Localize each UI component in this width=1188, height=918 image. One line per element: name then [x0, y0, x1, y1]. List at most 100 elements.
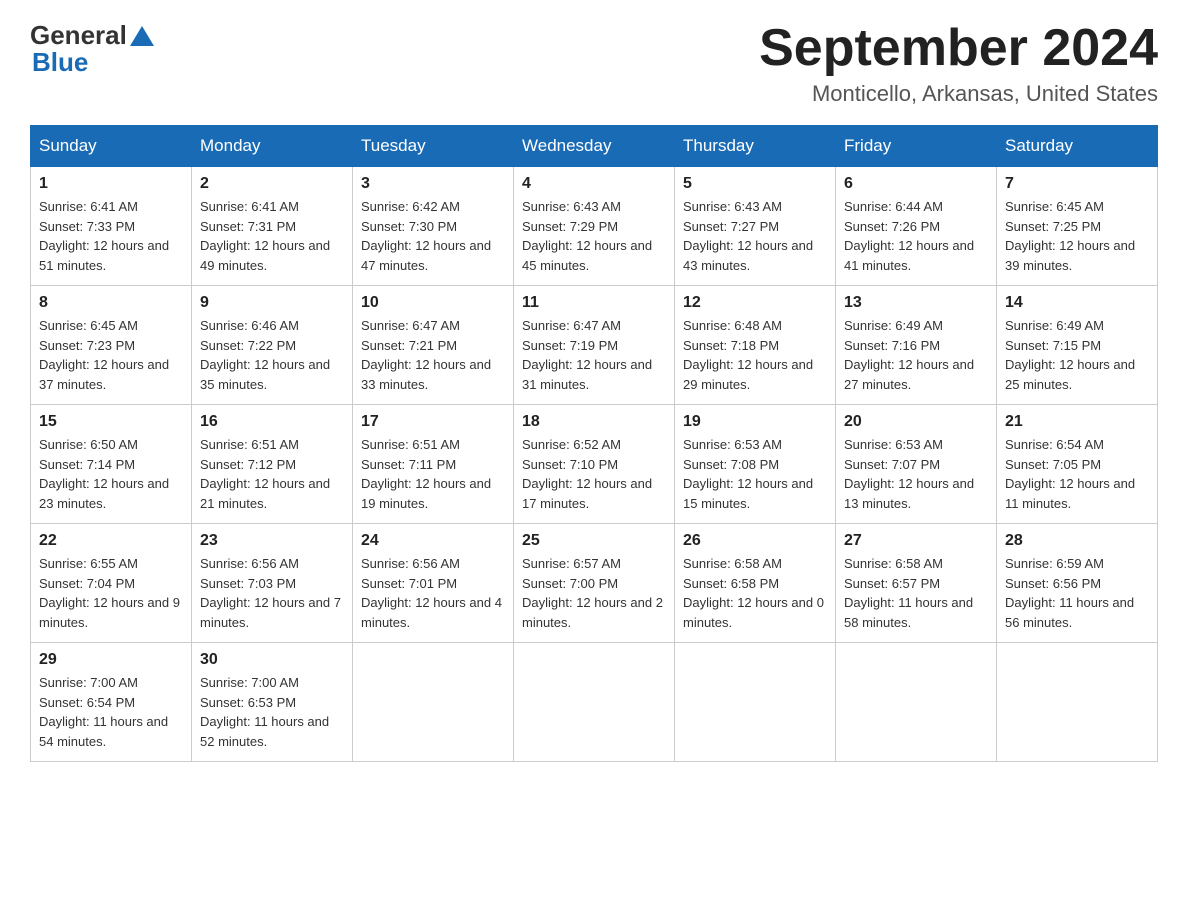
- calendar-cell: 25 Sunrise: 6:57 AMSunset: 7:00 PMDayligh…: [514, 524, 675, 643]
- col-header-tuesday: Tuesday: [353, 126, 514, 167]
- day-number: 5: [683, 175, 827, 193]
- day-info: Sunrise: 7:00 AMSunset: 6:54 PMDaylight:…: [39, 673, 183, 751]
- day-number: 14: [1005, 294, 1149, 312]
- day-info: Sunrise: 6:42 AMSunset: 7:30 PMDaylight:…: [361, 197, 505, 275]
- day-number: 8: [39, 294, 183, 312]
- col-header-thursday: Thursday: [675, 126, 836, 167]
- day-info: Sunrise: 6:45 AMSunset: 7:25 PMDaylight:…: [1005, 197, 1149, 275]
- col-header-friday: Friday: [836, 126, 997, 167]
- day-number: 1: [39, 175, 183, 193]
- day-number: 10: [361, 294, 505, 312]
- calendar-cell: 9Sunrise: 6:46 AMSunset: 7:22 PMDaylight…: [192, 286, 353, 405]
- page-header: General Blue September 2024 Monticello, …: [30, 20, 1158, 107]
- calendar-cell: 2 Sunrise: 6:41 AMSunset: 7:31 PMDaylight…: [192, 167, 353, 286]
- calendar-table: SundayMondayTuesdayWednesdayThursdayFrid…: [30, 125, 1158, 762]
- day-number: 21: [1005, 413, 1149, 431]
- day-info: Sunrise: 6:41 AMSunset: 7:33 PMDaylight:…: [39, 197, 183, 275]
- calendar-cell: 13 Sunrise: 6:49 AMSunset: 7:16 PMDayligh…: [836, 286, 997, 405]
- logo: General Blue: [30, 20, 157, 78]
- day-number: 29: [39, 651, 183, 669]
- day-info: Sunrise: 6:56 AMSunset: 7:01 PMDaylight:…: [361, 554, 505, 632]
- day-info: Sunrise: 6:58 AMSunset: 6:58 PMDaylight:…: [683, 554, 827, 632]
- day-number: 7: [1005, 175, 1149, 193]
- calendar-cell: 12 Sunrise: 6:48 AMSunset: 7:18 PMDayligh…: [675, 286, 836, 405]
- day-number: 24: [361, 532, 505, 550]
- calendar-cell: 16Sunrise: 6:51 AMSunset: 7:12 PMDayligh…: [192, 405, 353, 524]
- day-info: Sunrise: 6:51 AMSunset: 7:12 PMDaylight:…: [200, 435, 344, 513]
- day-info: Sunrise: 6:50 AMSunset: 7:14 PMDaylight:…: [39, 435, 183, 513]
- day-number: 13: [844, 294, 988, 312]
- calendar-cell: 15Sunrise: 6:50 AMSunset: 7:14 PMDayligh…: [31, 405, 192, 524]
- calendar-cell: 11Sunrise: 6:47 AMSunset: 7:19 PMDayligh…: [514, 286, 675, 405]
- day-info: Sunrise: 6:49 AMSunset: 7:15 PMDaylight:…: [1005, 316, 1149, 394]
- calendar-cell: 22 Sunrise: 6:55 AMSunset: 7:04 PMDayligh…: [31, 524, 192, 643]
- day-number: 12: [683, 294, 827, 312]
- day-info: Sunrise: 7:00 AMSunset: 6:53 PMDaylight:…: [200, 673, 344, 751]
- title-area: September 2024 Monticello, Arkansas, Uni…: [759, 20, 1158, 107]
- col-header-saturday: Saturday: [997, 126, 1158, 167]
- day-number: 26: [683, 532, 827, 550]
- calendar-cell: 5Sunrise: 6:43 AMSunset: 7:27 PMDaylight…: [675, 167, 836, 286]
- calendar-cell: 14 Sunrise: 6:49 AMSunset: 7:15 PMDayligh…: [997, 286, 1158, 405]
- day-info: Sunrise: 6:52 AMSunset: 7:10 PMDaylight:…: [522, 435, 666, 513]
- calendar-cell: 19 Sunrise: 6:53 AMSunset: 7:08 PMDayligh…: [675, 405, 836, 524]
- day-number: 25: [522, 532, 666, 550]
- day-info: Sunrise: 6:59 AMSunset: 6:56 PMDaylight:…: [1005, 554, 1149, 632]
- day-number: 20: [844, 413, 988, 431]
- calendar-cell: 4 Sunrise: 6:43 AMSunset: 7:29 PMDaylight…: [514, 167, 675, 286]
- calendar-cell: 7 Sunrise: 6:45 AMSunset: 7:25 PMDaylight…: [997, 167, 1158, 286]
- day-info: Sunrise: 6:53 AMSunset: 7:08 PMDaylight:…: [683, 435, 827, 513]
- day-info: Sunrise: 6:51 AMSunset: 7:11 PMDaylight:…: [361, 435, 505, 513]
- day-number: 2: [200, 175, 344, 193]
- day-number: 18: [522, 413, 666, 431]
- calendar-week-1: 1 Sunrise: 6:41 AMSunset: 7:33 PMDaylight…: [31, 167, 1158, 286]
- calendar-week-4: 22 Sunrise: 6:55 AMSunset: 7:04 PMDayligh…: [31, 524, 1158, 643]
- day-info: Sunrise: 6:49 AMSunset: 7:16 PMDaylight:…: [844, 316, 988, 394]
- day-info: Sunrise: 6:41 AMSunset: 7:31 PMDaylight:…: [200, 197, 344, 275]
- day-info: Sunrise: 6:55 AMSunset: 7:04 PMDaylight:…: [39, 554, 183, 632]
- calendar-cell: [353, 643, 514, 762]
- calendar-cell: [997, 643, 1158, 762]
- day-number: 3: [361, 175, 505, 193]
- day-info: Sunrise: 6:53 AMSunset: 7:07 PMDaylight:…: [844, 435, 988, 513]
- logo-triangle-icon: [130, 26, 154, 46]
- calendar-cell: 1 Sunrise: 6:41 AMSunset: 7:33 PMDaylight…: [31, 167, 192, 286]
- col-header-wednesday: Wednesday: [514, 126, 675, 167]
- calendar-cell: [675, 643, 836, 762]
- day-number: 9: [200, 294, 344, 312]
- day-number: 19: [683, 413, 827, 431]
- calendar-cell: 28 Sunrise: 6:59 AMSunset: 6:56 PMDayligh…: [997, 524, 1158, 643]
- calendar-cell: 30 Sunrise: 7:00 AMSunset: 6:53 PMDayligh…: [192, 643, 353, 762]
- day-number: 30: [200, 651, 344, 669]
- calendar-cell: 8 Sunrise: 6:45 AMSunset: 7:23 PMDaylight…: [31, 286, 192, 405]
- calendar-cell: [836, 643, 997, 762]
- day-number: 4: [522, 175, 666, 193]
- day-info: Sunrise: 6:58 AMSunset: 6:57 PMDaylight:…: [844, 554, 988, 632]
- location-subtitle: Monticello, Arkansas, United States: [759, 81, 1158, 107]
- month-title: September 2024: [759, 20, 1158, 77]
- calendar-cell: [514, 643, 675, 762]
- calendar-week-5: 29 Sunrise: 7:00 AMSunset: 6:54 PMDayligh…: [31, 643, 1158, 762]
- calendar-week-2: 8 Sunrise: 6:45 AMSunset: 7:23 PMDaylight…: [31, 286, 1158, 405]
- day-info: Sunrise: 6:43 AMSunset: 7:29 PMDaylight:…: [522, 197, 666, 275]
- calendar-cell: 29 Sunrise: 7:00 AMSunset: 6:54 PMDayligh…: [31, 643, 192, 762]
- day-info: Sunrise: 6:48 AMSunset: 7:18 PMDaylight:…: [683, 316, 827, 394]
- day-info: Sunrise: 6:47 AMSunset: 7:21 PMDaylight:…: [361, 316, 505, 394]
- calendar-cell: 17Sunrise: 6:51 AMSunset: 7:11 PMDayligh…: [353, 405, 514, 524]
- calendar-cell: 24 Sunrise: 6:56 AMSunset: 7:01 PMDayligh…: [353, 524, 514, 643]
- col-header-sunday: Sunday: [31, 126, 192, 167]
- day-number: 27: [844, 532, 988, 550]
- logo-blue: Blue: [32, 47, 88, 78]
- calendar-cell: 10 Sunrise: 6:47 AMSunset: 7:21 PMDayligh…: [353, 286, 514, 405]
- day-info: Sunrise: 6:54 AMSunset: 7:05 PMDaylight:…: [1005, 435, 1149, 513]
- day-info: Sunrise: 6:45 AMSunset: 7:23 PMDaylight:…: [39, 316, 183, 394]
- calendar-cell: 18 Sunrise: 6:52 AMSunset: 7:10 PMDayligh…: [514, 405, 675, 524]
- day-info: Sunrise: 6:56 AMSunset: 7:03 PMDaylight:…: [200, 554, 344, 632]
- calendar-cell: 23Sunrise: 6:56 AMSunset: 7:03 PMDayligh…: [192, 524, 353, 643]
- calendar-cell: 3 Sunrise: 6:42 AMSunset: 7:30 PMDaylight…: [353, 167, 514, 286]
- day-info: Sunrise: 6:57 AMSunset: 7:00 PMDaylight:…: [522, 554, 666, 632]
- day-number: 22: [39, 532, 183, 550]
- calendar-header-row: SundayMondayTuesdayWednesdayThursdayFrid…: [31, 126, 1158, 167]
- day-info: Sunrise: 6:44 AMSunset: 7:26 PMDaylight:…: [844, 197, 988, 275]
- day-number: 28: [1005, 532, 1149, 550]
